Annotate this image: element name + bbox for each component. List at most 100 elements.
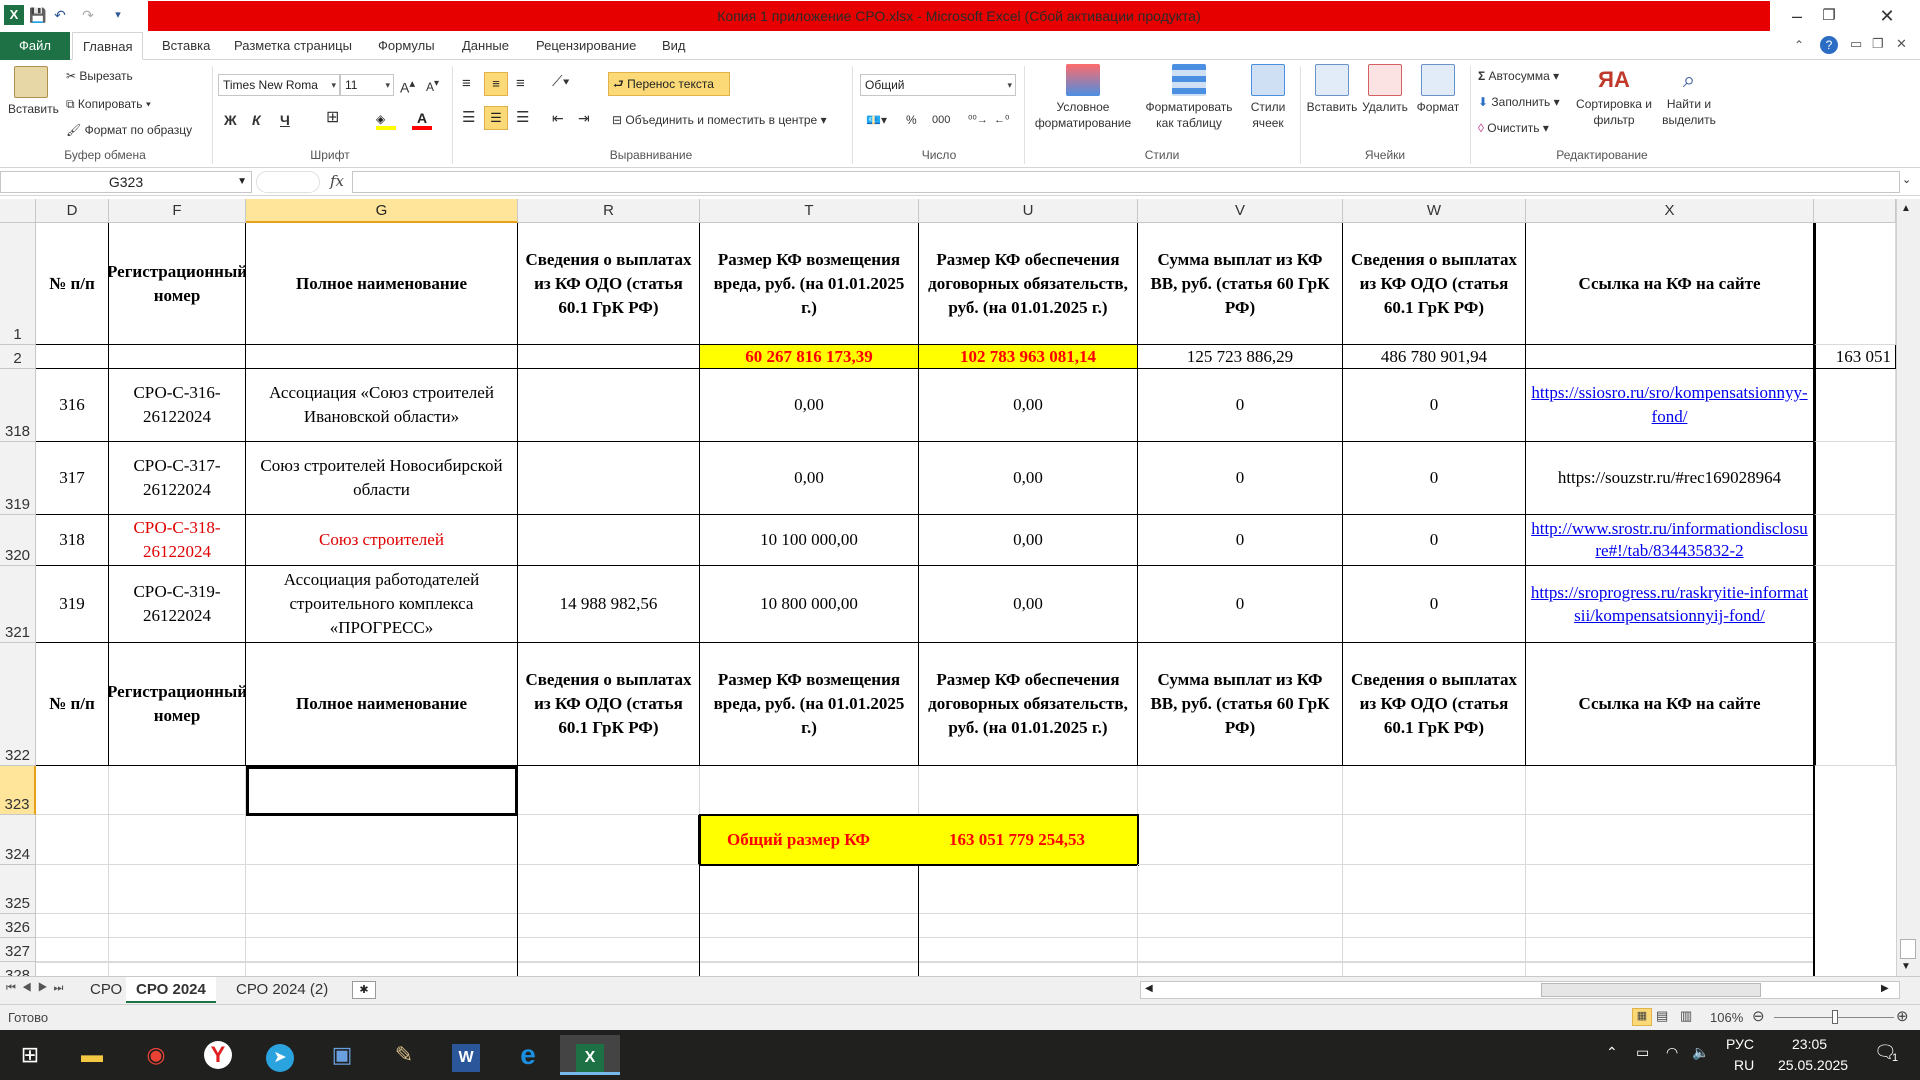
cell[interactable] — [1814, 643, 1896, 766]
align-center-icon[interactable]: ☰ — [484, 106, 508, 130]
row-header[interactable]: 319 — [0, 442, 36, 515]
word-icon[interactable]: W — [444, 1035, 488, 1075]
row-header[interactable]: 2 — [0, 345, 36, 369]
cell-name[interactable]: Союз строителей Новосибирской области — [246, 442, 518, 515]
restore-icon[interactable]: ❐ — [1812, 4, 1846, 28]
zoom-level[interactable]: 106% — [1710, 1010, 1743, 1025]
cell-link[interactable]: http://www.srostr.ru/informationdisclosu… — [1526, 515, 1814, 566]
chrome-icon[interactable]: ◉ — [134, 1035, 178, 1075]
cell[interactable] — [109, 345, 246, 369]
empty-rows[interactable] — [36, 914, 1814, 976]
cell-reg[interactable]: СРО-С-319-26122024 — [109, 566, 246, 643]
file-explorer-icon[interactable]: ▬ — [70, 1035, 114, 1075]
header-w[interactable]: Сведения о выплатах из КФ ОДО (статья 60… — [1343, 223, 1526, 345]
cell[interactable] — [518, 766, 700, 815]
cell-num[interactable]: 318 — [36, 515, 109, 566]
tab-home[interactable]: Главная — [72, 32, 144, 60]
cell[interactable] — [1138, 766, 1343, 815]
sort-filter-button[interactable]: ЯА Сортировка и фильтр — [1576, 64, 1652, 128]
yandex-browser-icon[interactable]: Y — [196, 1035, 240, 1075]
cell[interactable] — [1526, 815, 1814, 865]
header-reg[interactable]: Регистрационный номер — [109, 643, 246, 766]
vertical-scroll-thumb[interactable] — [1900, 939, 1916, 959]
header-w[interactable]: Сведения о выплатах из КФ ОДО (статья 60… — [1343, 643, 1526, 766]
wifi-icon[interactable]: ◠ — [1666, 1044, 1678, 1061]
cell[interactable] — [1814, 515, 1896, 566]
header-x[interactable]: Ссылка на КФ на сайте — [1526, 223, 1814, 345]
header-t[interactable]: Размер КФ возмещения вреда, руб. (на 01.… — [700, 223, 919, 345]
cell-v[interactable]: 0 — [1138, 515, 1343, 566]
autosum-button[interactable]: Σ Автосумма ▾ — [1478, 68, 1559, 84]
merge-center-button[interactable]: ⊟ Объединить и поместить в центре ▾ — [612, 112, 827, 128]
zoom-out-icon[interactable]: ⊖ — [1752, 1007, 1765, 1025]
volume-icon[interactable]: 🔈 — [1692, 1044, 1709, 1061]
cell-w[interactable]: 0 — [1343, 566, 1526, 643]
cell-reg[interactable]: СРО-С-317-26122024 — [109, 442, 246, 515]
thousands-icon[interactable]: 000 — [932, 112, 950, 128]
align-middle-icon[interactable]: ≡ — [484, 72, 508, 96]
cell[interactable] — [109, 766, 246, 815]
telegram-icon[interactable]: ➤ — [258, 1035, 302, 1075]
cell[interactable] — [1814, 566, 1896, 643]
font-color-icon[interactable]: A — [412, 110, 432, 130]
save-icon[interactable]: 💾 — [28, 5, 48, 25]
close-icon[interactable]: ✕ — [1870, 4, 1904, 28]
format-as-table-button[interactable]: Форматировать как таблицу — [1144, 64, 1234, 131]
cell[interactable] — [1814, 442, 1896, 515]
language-indicator-short[interactable]: RU — [1734, 1057, 1754, 1073]
sheet-tab-sro-2024[interactable]: СРО 2024 — [126, 977, 216, 1003]
column-header-v[interactable]: V — [1138, 199, 1343, 223]
header-r[interactable]: Сведения о выплатах из КФ ОДО (статья 60… — [518, 643, 700, 766]
cell[interactable] — [700, 766, 919, 815]
header-name[interactable]: Полное наименование — [246, 223, 518, 345]
italic-button[interactable]: К — [252, 112, 261, 128]
cell-u[interactable]: 0,00 — [919, 566, 1138, 643]
cell-u[interactable]: 0,00 — [919, 515, 1138, 566]
grow-font-icon[interactable]: A▴ — [400, 76, 415, 96]
minimize-icon[interactable]: – — [1780, 4, 1814, 28]
language-indicator[interactable]: РУС — [1726, 1036, 1754, 1052]
underline-button[interactable]: Ч — [280, 112, 290, 128]
total-u[interactable]: 102 783 963 081,14 — [919, 345, 1138, 369]
cell[interactable] — [1138, 815, 1343, 865]
select-all-corner[interactable] — [0, 199, 36, 223]
delete-cells-button[interactable]: Удалить — [1358, 64, 1412, 115]
formula-bar-splitter[interactable] — [256, 171, 320, 193]
row-header[interactable]: 326 — [0, 914, 36, 938]
header-r[interactable]: Сведения о выплатах из КФ ОДО (статья 60… — [518, 223, 700, 345]
cell[interactable] — [1814, 369, 1896, 442]
worksheet-grid[interactable]: D F G R T U V W X ▲ ▼ 1 2 318 319 320 32… — [0, 199, 1920, 976]
cell-name[interactable]: Ассоциация «Союз строителей Ивановской о… — [246, 369, 518, 442]
cell-reg[interactable]: СРО-С-318-26122024 — [109, 515, 246, 566]
conditional-formatting-button[interactable]: Условное форматирование — [1028, 64, 1138, 131]
header-num[interactable]: № п/п — [36, 643, 109, 766]
row-header[interactable]: 1 — [0, 223, 36, 345]
format-painter-button[interactable]: 🖌 Формат по образцу — [66, 122, 192, 138]
currency-icon[interactable]: 💶▾ — [866, 112, 887, 128]
selected-cell-g323[interactable] — [246, 766, 518, 816]
cell[interactable] — [246, 815, 518, 865]
percent-icon[interactable]: % — [906, 112, 917, 128]
row-header[interactable]: 318 — [0, 369, 36, 442]
cell-v[interactable]: 0 — [1138, 369, 1343, 442]
sheet-nav-icons[interactable]: ⏮◀▶⏭ — [6, 982, 69, 995]
vertical-scrollbar[interactable]: ▲ ▼ — [1896, 199, 1920, 976]
cell-w[interactable]: 0 — [1343, 515, 1526, 566]
number-format-combo[interactable]: Общий ▾ — [860, 74, 1016, 96]
clock-time[interactable]: 23:05 — [1792, 1036, 1827, 1052]
customize-qat-icon[interactable]: ▾ — [108, 5, 128, 25]
header-v[interactable]: Сумма выплат из КФ ВВ, руб. (статья 60 Г… — [1138, 223, 1343, 345]
find-select-button[interactable]: ⌕ Найти и выделить — [1652, 64, 1726, 128]
borders-icon[interactable]: ⊞ — [326, 110, 339, 126]
scroll-down-icon[interactable]: ▼ — [1901, 961, 1911, 972]
copy-button[interactable]: ⧉ Копировать ▾ — [66, 96, 151, 112]
fill-color-icon[interactable]: ◈ — [376, 112, 396, 130]
zoom-in-icon[interactable]: ⊕ — [1896, 1007, 1909, 1025]
scroll-up-icon[interactable]: ▲ — [1901, 203, 1911, 214]
cell-t[interactable]: 10 800 000,00 — [700, 566, 919, 643]
tray-chevron-icon[interactable]: ⌃ — [1606, 1044, 1618, 1061]
cell-r[interactable] — [518, 369, 700, 442]
cell[interactable] — [518, 815, 700, 865]
header-num[interactable]: № п/п — [36, 223, 109, 345]
cell-name[interactable]: Союз строителей — [246, 515, 518, 566]
